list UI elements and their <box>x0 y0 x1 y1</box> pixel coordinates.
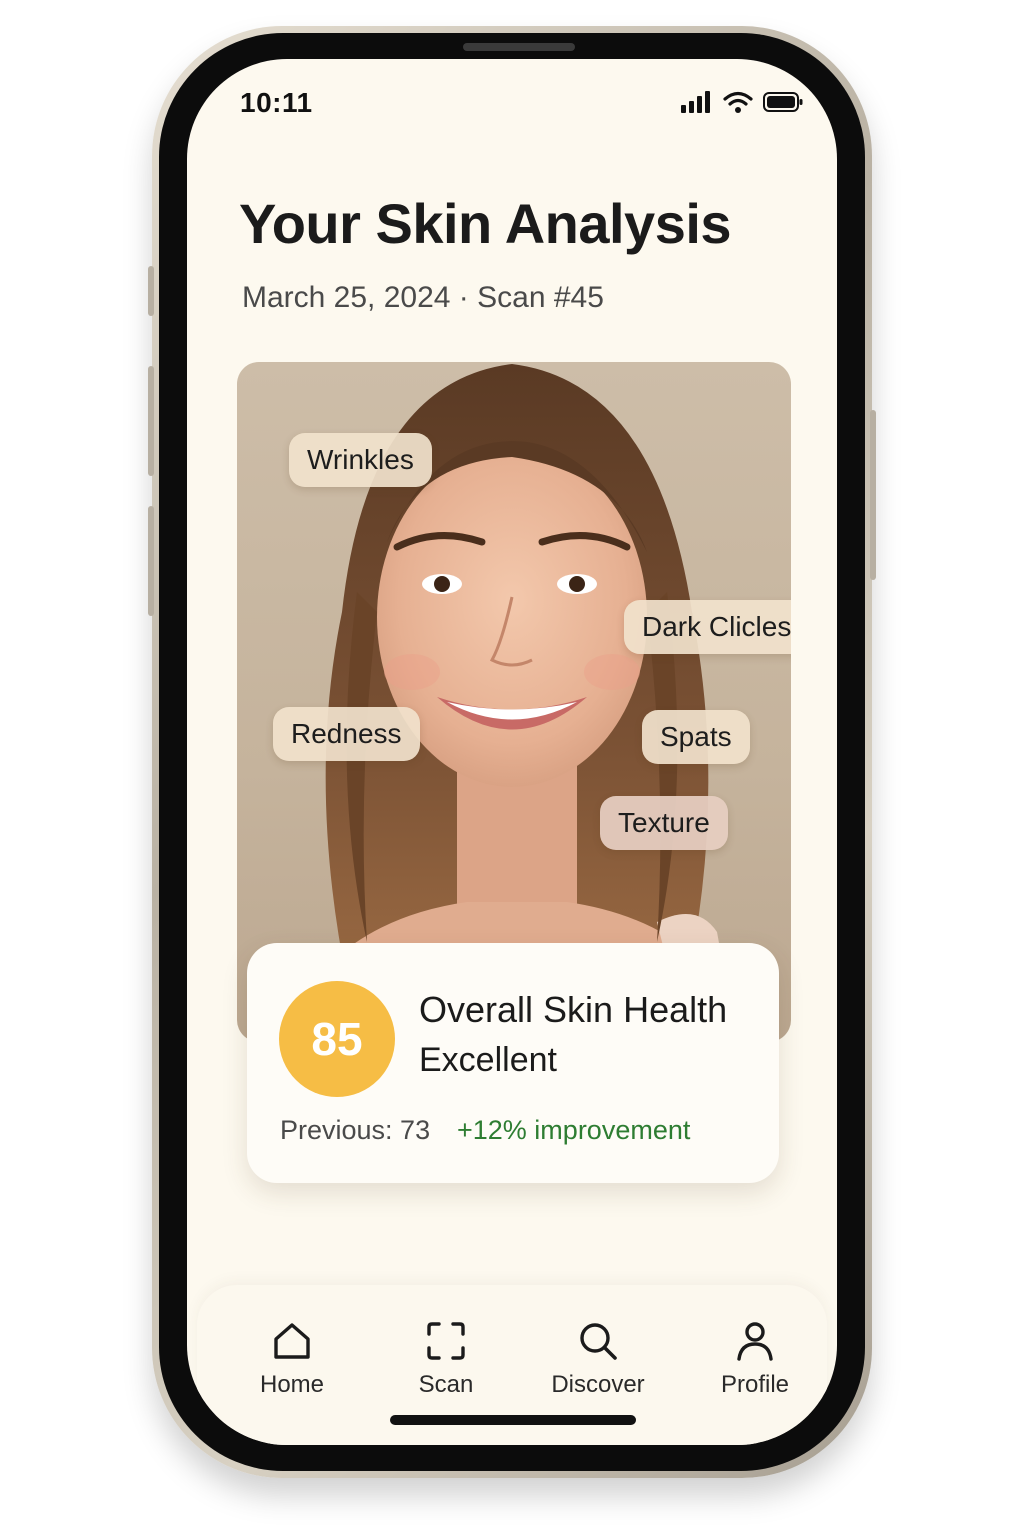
power-button <box>870 410 876 580</box>
nav-item-discover[interactable]: Discover <box>538 1319 658 1399</box>
silent-switch <box>148 266 154 316</box>
improvement-text: +12% improvement <box>457 1115 691 1145</box>
status-bar: 10:11 <box>187 59 837 139</box>
search-icon <box>580 1323 617 1360</box>
nav-label-discover: Discover <box>551 1371 645 1398</box>
previous-score: Previous: 73 <box>280 1115 431 1145</box>
score-value: 85 <box>279 981 395 1097</box>
wifi-icon <box>723 91 753 113</box>
phone-frame: 10:11 Your Skin Analysis March 25, 2024 … <box>148 26 876 1478</box>
tag-redness[interactable]: Redness <box>273 707 420 761</box>
skin-health-score-card[interactable]: 85 Overall Skin Health Excellent Previou… <box>247 943 779 1183</box>
screen: 10:11 Your Skin Analysis March 25, 2024 … <box>187 59 837 1445</box>
page-title: Your Skin Analysis <box>239 192 732 255</box>
tag-spots[interactable]: Spats <box>642 710 750 764</box>
tag-dark-circles[interactable]: Dark Clicles <box>624 600 791 654</box>
scan-date-subtitle: March 25, 2024 · Scan #45 <box>242 281 604 314</box>
home-indicator[interactable] <box>390 1415 636 1425</box>
home-icon <box>274 1323 310 1359</box>
face-photo[interactable]: Wrinkles Dark Clicles Redness Spats Text… <box>237 362 791 1042</box>
battery-icon <box>763 92 803 112</box>
status-icons <box>681 91 803 113</box>
score-rating: Excellent <box>419 1041 557 1079</box>
tag-texture[interactable]: Texture <box>600 796 728 850</box>
nav-label-scan: Scan <box>418 1371 474 1398</box>
volume-down-button <box>148 506 154 616</box>
nav-item-home[interactable]: Home <box>232 1319 352 1399</box>
volume-up-button <box>148 366 154 476</box>
nav-label-home: Home <box>259 1371 325 1398</box>
earpiece-speaker <box>463 43 575 51</box>
nav-item-scan[interactable]: Scan <box>386 1319 506 1399</box>
nav-item-profile[interactable]: Profile <box>695 1319 815 1399</box>
scan-icon <box>427 1322 465 1360</box>
cellular-signal-icon <box>681 91 710 113</box>
status-time: 10:11 <box>240 87 313 118</box>
nav-label-profile: Profile <box>720 1371 790 1398</box>
score-title: Overall Skin Health <box>419 989 728 1030</box>
profile-icon <box>737 1322 773 1361</box>
tag-wrinkles[interactable]: Wrinkles <box>289 433 432 487</box>
